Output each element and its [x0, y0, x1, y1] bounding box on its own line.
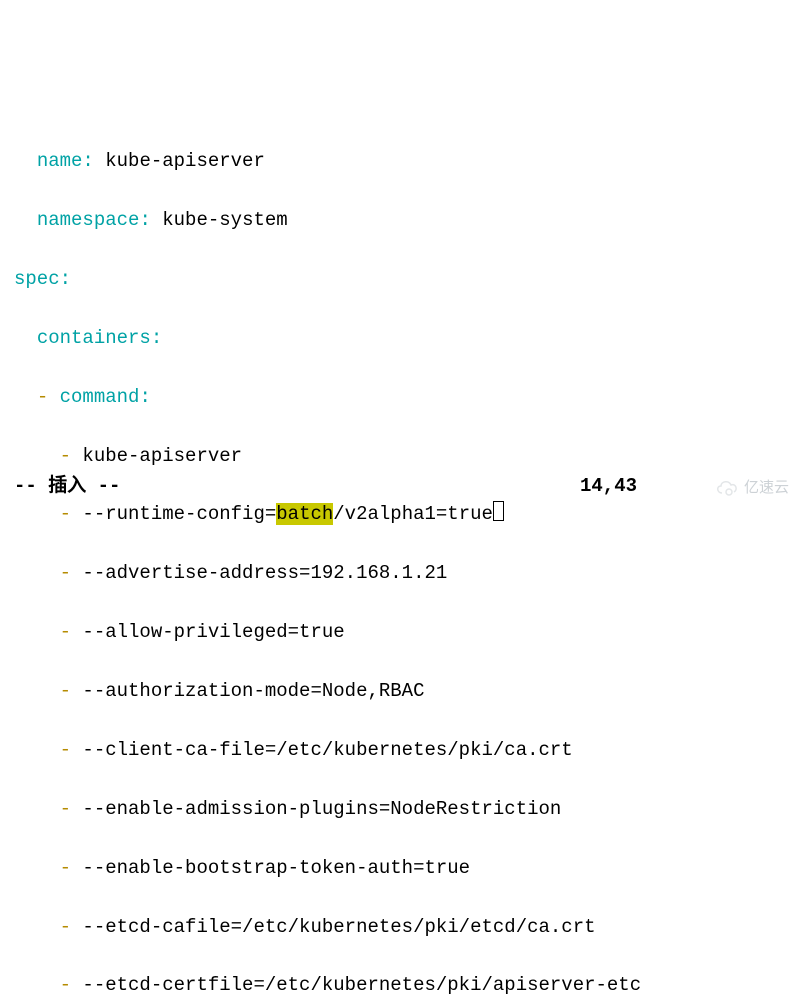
yaml-value: kube-system — [162, 209, 287, 231]
yaml-key: name — [37, 150, 83, 172]
watermark-text: 亿速云 — [744, 476, 789, 499]
dash-icon: - — [60, 798, 71, 820]
yaml-line-name: name: kube-apiserver — [14, 147, 797, 176]
dash-icon: - — [60, 680, 71, 702]
yaml-line-item: - --authorization-mode=Node,RBAC — [14, 677, 797, 706]
dash-icon: - — [60, 739, 71, 761]
yaml-value: --etcd-certfile=/etc/kubernetes/pki/apis… — [82, 974, 641, 996]
yaml-key: command — [60, 386, 140, 408]
search-highlight: batch — [276, 503, 333, 525]
dash-icon: - — [60, 974, 71, 996]
dash-icon: - — [60, 857, 71, 879]
yaml-line-spec: spec: — [14, 265, 797, 294]
yaml-line-item: - --allow-privileged=true — [14, 618, 797, 647]
cursor-icon — [493, 501, 504, 521]
dash-icon: - — [60, 916, 71, 938]
dash-icon: - — [60, 621, 71, 643]
yaml-line-item: - --enable-bootstrap-token-auth=true — [14, 854, 797, 883]
yaml-value: kube-apiserver — [82, 445, 242, 467]
yaml-line-item: - --etcd-cafile=/etc/kubernetes/pki/etcd… — [14, 913, 797, 942]
cursor-position: 14,43 — [580, 472, 637, 501]
dash-icon: - — [60, 445, 71, 467]
yaml-value: --client-ca-file=/etc/kubernetes/pki/ca.… — [82, 739, 572, 761]
watermark-logo: 亿速云 — [714, 476, 789, 499]
yaml-value: --authorization-mode=Node,RBAC — [82, 680, 424, 702]
dash-icon: - — [60, 562, 71, 584]
yaml-key: namespace — [37, 209, 140, 231]
yaml-line-containers: containers: — [14, 324, 797, 353]
yaml-line-item: - --client-ca-file=/etc/kubernetes/pki/c… — [14, 736, 797, 765]
yaml-value: kube-apiserver — [105, 150, 265, 172]
cloud-icon — [714, 478, 742, 496]
yaml-code-block[interactable]: name: kube-apiserver namespace: kube-sys… — [0, 118, 797, 1006]
yaml-key: containers — [37, 327, 151, 349]
yaml-value: --runtime-config= — [82, 503, 276, 525]
yaml-value: --etcd-cafile=/etc/kubernetes/pki/etcd/c… — [82, 916, 595, 938]
yaml-key: spec — [14, 268, 60, 290]
yaml-line-item: - --enable-admission-plugins=NodeRestric… — [14, 795, 797, 824]
dash-icon: - — [37, 386, 48, 408]
yaml-value: --advertise-address=192.168.1.21 — [82, 562, 447, 584]
yaml-value: --enable-bootstrap-token-auth=true — [82, 857, 470, 879]
dash-icon: - — [60, 503, 71, 525]
yaml-line-item: - --advertise-address=192.168.1.21 — [14, 559, 797, 588]
vim-mode-indicator: -- 插入 -- — [14, 472, 784, 501]
yaml-value: /v2alpha1=true — [333, 503, 493, 525]
yaml-value: --enable-admission-plugins=NodeRestricti… — [82, 798, 561, 820]
yaml-line-item: - --runtime-config=batch/v2alpha1=true — [14, 500, 797, 529]
yaml-value: --allow-privileged=true — [82, 621, 344, 643]
yaml-line-item: - --etcd-certfile=/etc/kubernetes/pki/ap… — [14, 971, 797, 1000]
yaml-line-namespace: namespace: kube-system — [14, 206, 797, 235]
yaml-line-item: - kube-apiserver — [14, 442, 797, 471]
yaml-line-command: - command: — [14, 383, 797, 412]
